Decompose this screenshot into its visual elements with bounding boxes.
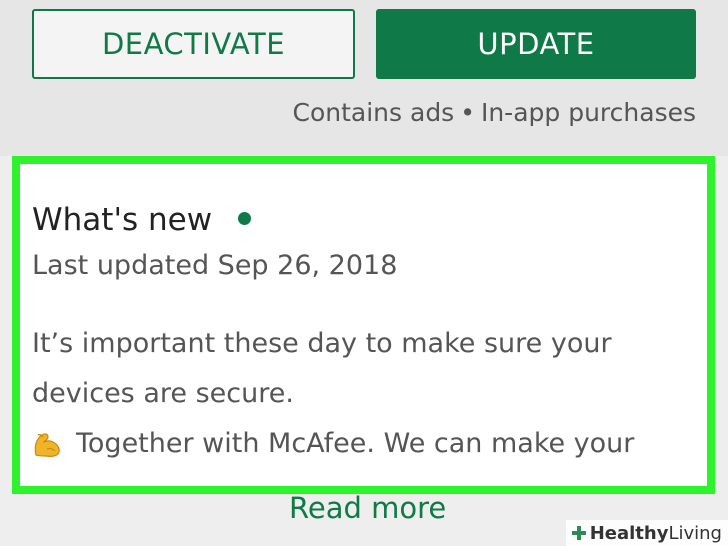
text-fade-overlay	[642, 419, 707, 469]
whats-new-title: What's new	[32, 202, 213, 238]
description-line: It’s important these day to make sure yo…	[32, 328, 612, 359]
separator-dot: •	[460, 98, 475, 127]
green-dot-icon	[238, 211, 252, 225]
last-updated-text: Last updated Sep 26, 2018	[32, 250, 398, 281]
logo-text-bold: Healthy	[589, 522, 669, 544]
app-actions-area: DEACTIVATE UPDATE Contains ads • In-app pu…	[0, 0, 728, 156]
plus-icon	[571, 526, 586, 540]
healthy-living-logo: Healthy Living	[565, 520, 728, 546]
flexed-biceps-icon	[34, 433, 60, 457]
logo-text-light: Living	[668, 522, 722, 544]
in-app-purchases-text: In-app purchases	[480, 98, 696, 127]
update-button-label: UPDATE	[477, 27, 595, 61]
description-line-truncated: Together with McAfee. We can make your	[32, 419, 707, 469]
whats-new-header: What's new	[32, 202, 252, 238]
deactivate-button-label: DEACTIVATE	[101, 27, 286, 61]
whats-new-card[interactable]: What's new Last updated Sep 26, 2018 It’…	[12, 156, 715, 494]
description-line: devices are secure.	[32, 378, 294, 409]
deactivate-button[interactable]: DEACTIVATE	[32, 9, 355, 79]
purchase-info: Contains ads • In-app purchases	[293, 98, 696, 127]
contains-ads-text: Contains ads	[292, 98, 455, 127]
description-line-text: Together with McAfee. We can make your	[76, 428, 635, 459]
read-more-link[interactable]: Read more	[289, 491, 446, 525]
update-button[interactable]: UPDATE	[376, 9, 696, 79]
whats-new-description: It’s important these day to make sure yo…	[32, 319, 707, 469]
